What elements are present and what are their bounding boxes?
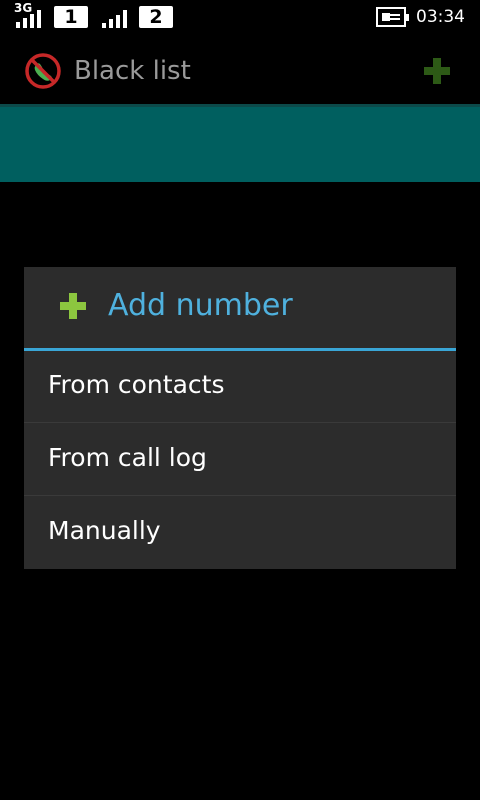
sim2-badge: 2 (139, 6, 173, 28)
option-manually[interactable]: Manually (24, 497, 456, 569)
dialog-header: Add number (24, 267, 456, 351)
plus-icon (60, 293, 86, 319)
option-label: Manually (48, 516, 161, 545)
add-number-dialog: Add number From contacts From call log M… (24, 267, 456, 569)
option-label: From contacts (48, 370, 225, 399)
action-bar: Black list (0, 36, 480, 104)
clock: 03:34 (416, 7, 465, 27)
option-from-contacts[interactable]: From contacts (24, 351, 456, 423)
plus-icon[interactable] (420, 54, 454, 88)
list-header-bar (0, 104, 480, 182)
signal-strength-icon (16, 10, 41, 28)
dialog-title: Add number (108, 288, 293, 323)
blocked-phone-icon (25, 53, 61, 89)
option-from-call-log[interactable]: From call log (24, 424, 456, 496)
status-bar: 3G 1 2 03:34 (0, 0, 480, 36)
option-label: From call log (48, 443, 207, 472)
sim1-badge: 1 (54, 6, 88, 28)
battery-charging-icon (376, 7, 409, 27)
signal-strength-icon-2 (102, 10, 127, 28)
app-title: Black list (74, 56, 191, 86)
